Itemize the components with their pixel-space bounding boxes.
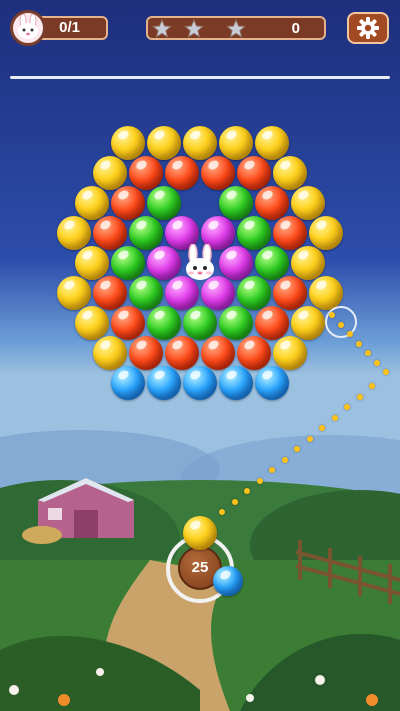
star-progress-bar: 0 [146,16,326,40]
trajectory-dot [319,425,325,431]
blue-bubble [183,366,217,400]
trajectory-dot [231,498,238,505]
red-bubble [273,216,307,250]
current-bubble[interactable] [183,516,217,550]
trajectory-dot [331,414,338,421]
yellow-bubble [93,336,127,370]
red-bubble [273,276,307,310]
trajectory-dot [344,404,350,410]
danger-line [10,76,390,79]
top-hud: 0/1 0 [0,6,400,46]
green-bubble [147,186,181,220]
green-bubble [183,306,217,340]
star-3-icon [226,19,246,39]
red-bubble [93,276,127,310]
trajectory-dot [356,393,363,400]
trajectory-dot [338,321,344,328]
red-bubble [129,336,163,370]
yellow-bubble [75,246,109,280]
green-bubble [147,306,181,340]
green-bubble [255,246,289,280]
next-bubble[interactable] [213,566,243,596]
yellow-bubble [273,336,307,370]
trajectory-dot [369,383,375,389]
gear-icon [357,17,379,39]
red-bubble [129,156,163,190]
purple-bubble [219,246,253,280]
yellow-bubble [93,156,127,190]
yellow-bubble [219,126,253,160]
red-bubble [255,306,289,340]
red-bubble [93,216,127,250]
blue-bubble [147,366,181,400]
trajectory-dot [294,446,300,452]
yellow-bubble [111,126,145,160]
target-progress-text: 0/1 [59,19,80,36]
green-bubble [111,246,145,280]
red-bubble [237,336,271,370]
red-bubble [237,156,271,190]
yellow-bubble [291,306,325,340]
trajectory-dot [269,467,275,473]
trapped-bunny-icon [180,243,220,284]
trajectory-dot [219,509,225,515]
yellow-bubble [57,216,91,250]
red-bubble [165,336,199,370]
score-value: 0 [291,20,300,37]
trajectory-dot [356,340,362,347]
trajectory-dot [244,488,250,494]
yellow-bubble [255,126,289,160]
yellow-bubble [309,276,343,310]
green-bubble [219,306,253,340]
trajectory-dot [256,477,263,484]
game-scene[interactable]: 0/1 0 25 [0,0,400,711]
trajectory-dot [374,359,380,366]
trajectory-dot [365,350,371,356]
settings-button[interactable] [347,12,389,44]
yellow-bubble [75,186,109,220]
trajectory-dot [281,456,288,463]
trajectory-dot [383,369,389,375]
yellow-bubble [273,156,307,190]
blue-bubble [255,366,289,400]
red-bubble [111,306,145,340]
red-bubble [165,156,199,190]
green-bubble [129,276,163,310]
green-bubble [219,186,253,220]
red-bubble [201,156,235,190]
yellow-bubble [291,186,325,220]
bunny-avatar-icon [10,10,46,46]
blue-bubble [219,366,253,400]
red-bubble [201,336,235,370]
yellow-bubble [147,126,181,160]
red-bubble [255,186,289,220]
yellow-bubble [309,216,343,250]
star-1-icon [152,19,172,39]
green-bubble [237,276,271,310]
background-scenery [0,0,400,711]
trajectory-dot [347,331,353,337]
green-bubble [237,216,271,250]
yellow-bubble [291,246,325,280]
blue-bubble [111,366,145,400]
star-2-icon [184,19,204,39]
moves-left-value: 25 [191,559,209,576]
purple-bubble [147,246,181,280]
yellow-bubble [75,306,109,340]
trajectory-dot [329,312,335,318]
yellow-bubble [57,276,91,310]
yellow-bubble [183,126,217,160]
red-bubble [111,186,145,220]
green-bubble [129,216,163,250]
trajectory-dot [306,435,313,442]
